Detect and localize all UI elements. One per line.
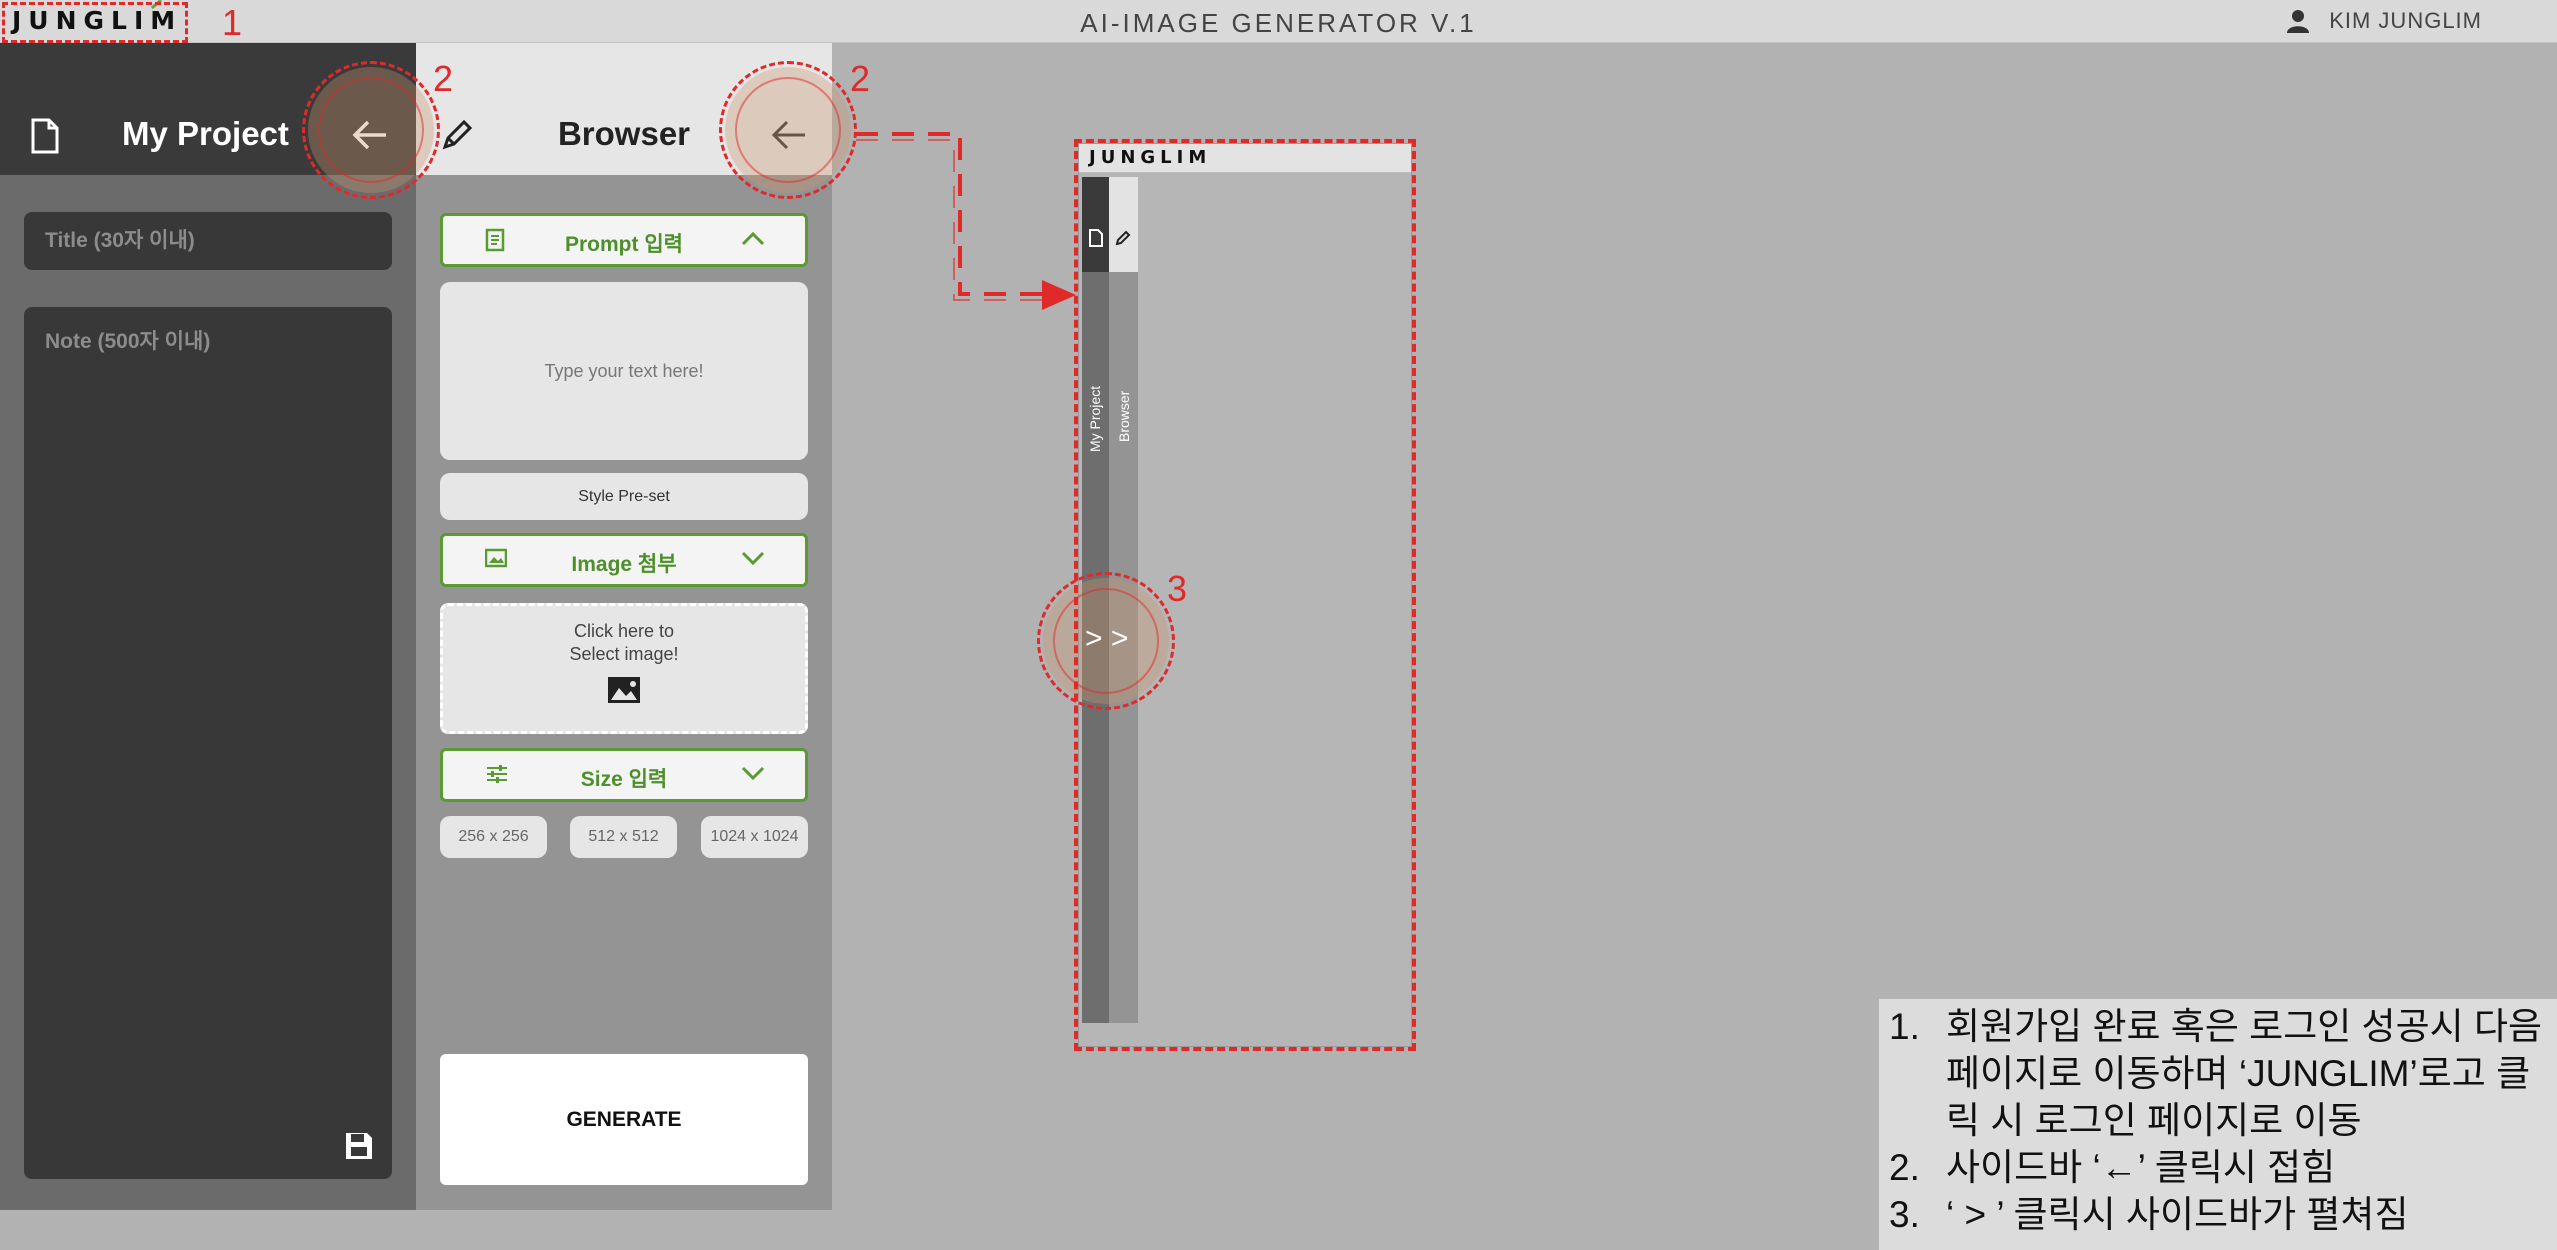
prompt-input[interactable]: Type your text here! <box>440 282 808 460</box>
note-number: 3. <box>1889 1194 1920 1235</box>
size-option-1024[interactable]: 1024 x 1024 <box>701 816 808 858</box>
size-option-512[interactable]: 512 x 512 <box>570 816 677 858</box>
my-project-panel: My Project Title (30자 이내) Note (500자 이내) <box>0 43 416 1210</box>
note-item: 1. 회원가입 완료 혹은 로그인 성공시 다음 페이지로 이동하며 ‘JUNG… <box>1889 1003 2557 1144</box>
note-number: 1. <box>1889 1006 1920 1047</box>
image-drop-line2: Select image! <box>569 644 679 664</box>
browser-panel: Browser Prompt 입력 Type your text here! S… <box>416 43 832 1210</box>
document-icon <box>31 118 59 154</box>
chevron-up-icon <box>741 231 765 246</box>
note-item: 3. ‘ > ’ 클릭시 사이드바가 펼쳐짐 <box>1889 1191 2557 1238</box>
chevron-down-icon <box>741 766 765 781</box>
save-icon[interactable] <box>344 1131 374 1161</box>
annotation-box-logo <box>2 2 188 43</box>
user-icon <box>2287 10 2310 33</box>
title-input[interactable]: Title (30자 이내) <box>24 212 392 270</box>
note-text: 회원가입 완료 혹은 로그인 성공시 다음 페이지로 이동하며 ‘JUNGLIM… <box>1946 1006 2543 1141</box>
note-text: 사이드바 ‘←’ 클릭시 접힘 <box>1946 1147 2336 1188</box>
size-section-toggle[interactable]: Size 입력 <box>440 748 808 802</box>
prompt-section-toggle[interactable]: Prompt 입력 <box>440 213 808 267</box>
image-drop-zone[interactable]: Click here to Select image! <box>440 603 808 734</box>
annotation-number-1: 1 <box>222 2 243 43</box>
note-textarea[interactable]: Note (500자 이내) <box>24 307 392 1179</box>
annotation-number-2b: 2 <box>850 58 871 99</box>
project-title: My Project <box>122 115 289 152</box>
app-title: AI-IMAGE GENERATOR V.1 <box>1080 8 1477 38</box>
image-placeholder-icon <box>608 677 640 703</box>
image-drop-line1: Click here to <box>573 621 675 641</box>
annotation-box-preview <box>1074 139 1416 1051</box>
note-placeholder: Note (500자 이내) <box>45 330 211 353</box>
image-section-toggle[interactable]: Image 첨부 <box>440 533 808 587</box>
size-option-256[interactable]: 256 x 256 <box>440 816 547 858</box>
annotation-number-2a: 2 <box>433 58 454 99</box>
user-name: KIM JUNGLIM <box>2329 8 2482 33</box>
style-preset-button[interactable]: Style Pre-set <box>440 473 808 520</box>
user-info[interactable]: KIM JUNGLIM <box>2287 8 2482 34</box>
note-item: 2. 사이드바 ‘←’ 클릭시 접힘 <box>1889 1144 2557 1191</box>
chevron-down-icon <box>741 551 765 566</box>
annotation-circle-project-back-inner <box>318 77 424 183</box>
annotation-arrow <box>856 132 1076 310</box>
note-text: ‘ > ’ 클릭시 사이드바가 펼쳐짐 <box>1946 1194 2409 1235</box>
notes-box: 1. 회원가입 완료 혹은 로그인 성공시 다음 페이지로 이동하며 ‘JUNG… <box>1879 999 2557 1250</box>
generate-button[interactable]: GENERATE <box>440 1054 808 1185</box>
note-number: 2. <box>1889 1147 1920 1188</box>
top-bar: JUNGLIM AI-IMAGE GENERATOR V.1 KIM JUNGL… <box>0 0 2557 43</box>
annotation-circle-browser-back-inner <box>735 77 841 183</box>
